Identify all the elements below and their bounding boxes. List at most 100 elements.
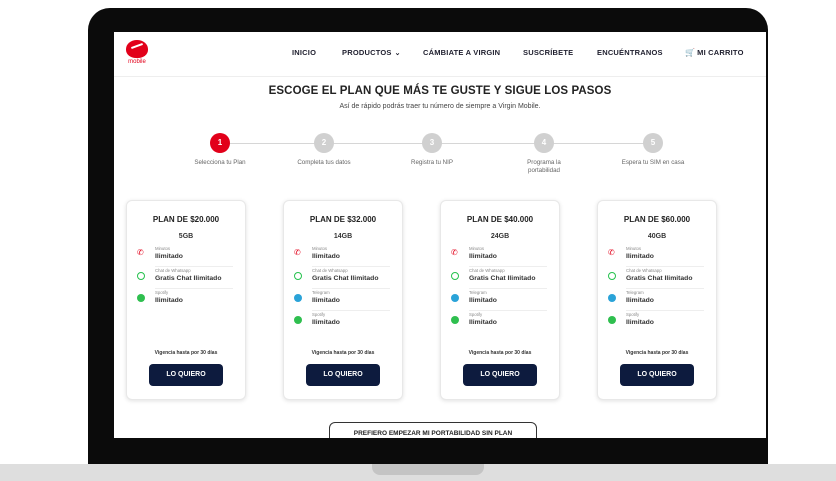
feature-row: Chat de Whatsapp Gratis Chat Ilimitado — [604, 267, 710, 289]
feature-value: Ilimitado — [312, 253, 340, 260]
lo-quiero-button[interactable]: LO QUIERO — [463, 364, 537, 386]
browser-screen: mobile INICIO PRODUCTOS ⌄ CÁMBIATE A VIRG… — [114, 32, 766, 438]
feature-value: Gratis Chat Ilimitado — [469, 275, 536, 282]
feature-value: Ilimitado — [312, 297, 340, 304]
spotify-icon — [294, 316, 302, 324]
feature-value: Ilimitado — [469, 297, 497, 304]
feature-row: Spotify Ilimitado — [604, 311, 710, 331]
plan-card-32000: PLAN DE $32.000 14GB ✆ Minutos Ilimitado… — [283, 200, 403, 400]
feature-label: Spotify — [626, 312, 640, 317]
feature-label: Spotify — [155, 290, 169, 295]
feature-row: ✆ Minutos Ilimitado — [133, 245, 239, 267]
top-navbar: mobile INICIO PRODUCTOS ⌄ CÁMBIATE A VIRG… — [114, 32, 766, 77]
page-subtitle: Así de rápido podrás traer tu número de … — [339, 103, 541, 110]
plan-card-20000: PLAN DE $20.000 5GB ✆ Minutos Ilimitado … — [126, 200, 246, 400]
virgin-mobile-logo[interactable]: mobile — [123, 40, 151, 68]
plan-validity: Vigencia hasta por 30 días — [468, 350, 532, 356]
nav-suscribete-label: SUSCRÍBETE — [523, 48, 574, 57]
nav-productos[interactable]: PRODUCTOS ⌄ — [342, 48, 401, 57]
feature-label: Spotify — [469, 312, 483, 317]
feature-value: Ilimitado — [626, 253, 654, 260]
plan-title: PLAN DE $60.000 — [623, 215, 691, 224]
feature-value: Ilimitado — [155, 253, 183, 260]
phone-icon: ✆ — [294, 248, 301, 257]
plan-title: PLAN DE $20.000 — [152, 215, 220, 224]
step-2: 2 Completa tus datos — [278, 133, 370, 167]
phone-icon: ✆ — [451, 248, 458, 257]
step-label: Selecciona tu Plan — [194, 159, 246, 166]
feature-value: Ilimitado — [469, 253, 497, 260]
feature-value: Ilimitado — [626, 297, 654, 304]
feature-value: Ilimitado — [312, 319, 340, 326]
feature-value: Ilimitado — [155, 297, 183, 304]
phone-icon: ✆ — [137, 248, 144, 257]
step-label: Registra tu NIP — [411, 159, 453, 166]
nav-suscribete[interactable]: SUSCRÍBETE — [523, 48, 573, 57]
feature-label: Minutos — [155, 246, 171, 251]
feature-row: Telegram Ilimitado — [290, 289, 396, 311]
logo-text: mobile — [128, 59, 146, 65]
feature-value: Ilimitado — [626, 319, 654, 326]
feature-value: Ilimitado — [469, 319, 497, 326]
step-3: 3 Registra tu NIP — [386, 133, 478, 167]
feature-row: Spotify Ilimitado — [133, 289, 239, 309]
feature-row: Telegram Ilimitado — [447, 289, 553, 311]
feature-label: Minutos — [469, 246, 485, 251]
plan-data-amount: 24GB — [490, 233, 510, 240]
feature-row: Telegram Ilimitado — [604, 289, 710, 311]
plan-validity: Vigencia hasta por 30 días — [311, 350, 375, 356]
lo-quiero-button[interactable]: LO QUIERO — [306, 364, 380, 386]
plan-data-amount: 40GB — [647, 233, 667, 240]
feature-value: Gratis Chat Ilimitado — [312, 275, 379, 282]
plan-validity: Vigencia hasta por 30 días — [625, 350, 689, 356]
step-number: 5 — [643, 133, 663, 153]
feature-label: Spotify — [312, 312, 326, 317]
feature-row: Spotify Ilimitado — [447, 311, 553, 331]
plan-card-40000: PLAN DE $40.000 24GB ✆ Minutos Ilimitado… — [440, 200, 560, 400]
phone-icon: ✆ — [608, 248, 615, 257]
portability-without-plan-button[interactable]: PREFIERO EMPEZAR MI PORTABILIDAD SIN PLA… — [329, 422, 537, 438]
feature-label: Chat de Whatsapp — [469, 268, 505, 273]
whatsapp-icon — [608, 272, 616, 280]
spotify-icon — [137, 294, 145, 302]
feature-row: Spotify Ilimitado — [290, 311, 396, 331]
feature-value: Gratis Chat Ilimitado — [626, 275, 693, 282]
nav-encuentranos-label: ENCUÉNTRANOS — [597, 48, 663, 57]
virgin-logo-mark — [126, 40, 148, 58]
nav-inicio[interactable]: INICIO — [292, 48, 316, 57]
page-title: ESCOGE EL PLAN QUE MÁS TE GUSTE Y SIGUE … — [268, 85, 612, 97]
feature-label: Telegram — [469, 290, 487, 295]
nav-encuentranos[interactable]: ENCUÉNTRANOS — [597, 48, 663, 57]
feature-row: ✆ Minutos Ilimitado — [447, 245, 553, 267]
feature-label: Telegram — [312, 290, 330, 295]
nav-mi-carrito[interactable]: 🛒 MI CARRITO — [685, 48, 744, 57]
telegram-icon — [608, 294, 616, 302]
step-number: 3 — [422, 133, 442, 153]
feature-row: Chat de Whatsapp Gratis Chat Ilimitado — [290, 267, 396, 289]
feature-row: Chat de Whatsapp Gratis Chat Ilimitado — [447, 267, 553, 289]
feature-value: Gratis Chat Ilimitado — [155, 275, 222, 282]
step-number: 4 — [534, 133, 554, 153]
step-number: 2 — [314, 133, 334, 153]
spotify-icon — [608, 316, 616, 324]
nav-inicio-label: INICIO — [292, 48, 317, 57]
feature-label: Chat de Whatsapp — [155, 268, 191, 273]
lo-quiero-button[interactable]: LO QUIERO — [149, 364, 223, 386]
plan-validity: Vigencia hasta por 30 días — [154, 350, 218, 356]
feature-label: Chat de Whatsapp — [312, 268, 348, 273]
cart-icon: 🛒 — [685, 48, 696, 57]
nav-cambiate-label: CÁMBIATE A VIRGIN — [423, 48, 501, 57]
plan-data-amount: 5GB — [178, 233, 194, 240]
nav-cambiate-a-virgin[interactable]: CÁMBIATE A VIRGIN — [423, 48, 500, 57]
laptop-notch — [372, 464, 484, 475]
plan-title: PLAN DE $32.000 — [309, 215, 377, 224]
telegram-icon — [451, 294, 459, 302]
feature-row: Chat de Whatsapp Gratis Chat Ilimitado — [133, 267, 239, 289]
telegram-icon — [294, 294, 302, 302]
step-label: Programa la portabilidad — [527, 159, 561, 174]
plan-data-amount: 14GB — [333, 233, 353, 240]
feature-row: ✆ Minutos Ilimitado — [604, 245, 710, 267]
lo-quiero-button[interactable]: LO QUIERO — [620, 364, 694, 386]
nav-productos-label: PRODUCTOS — [342, 48, 392, 57]
plan-card-60000: PLAN DE $60.000 40GB ✆ Minutos Ilimitado… — [597, 200, 717, 400]
